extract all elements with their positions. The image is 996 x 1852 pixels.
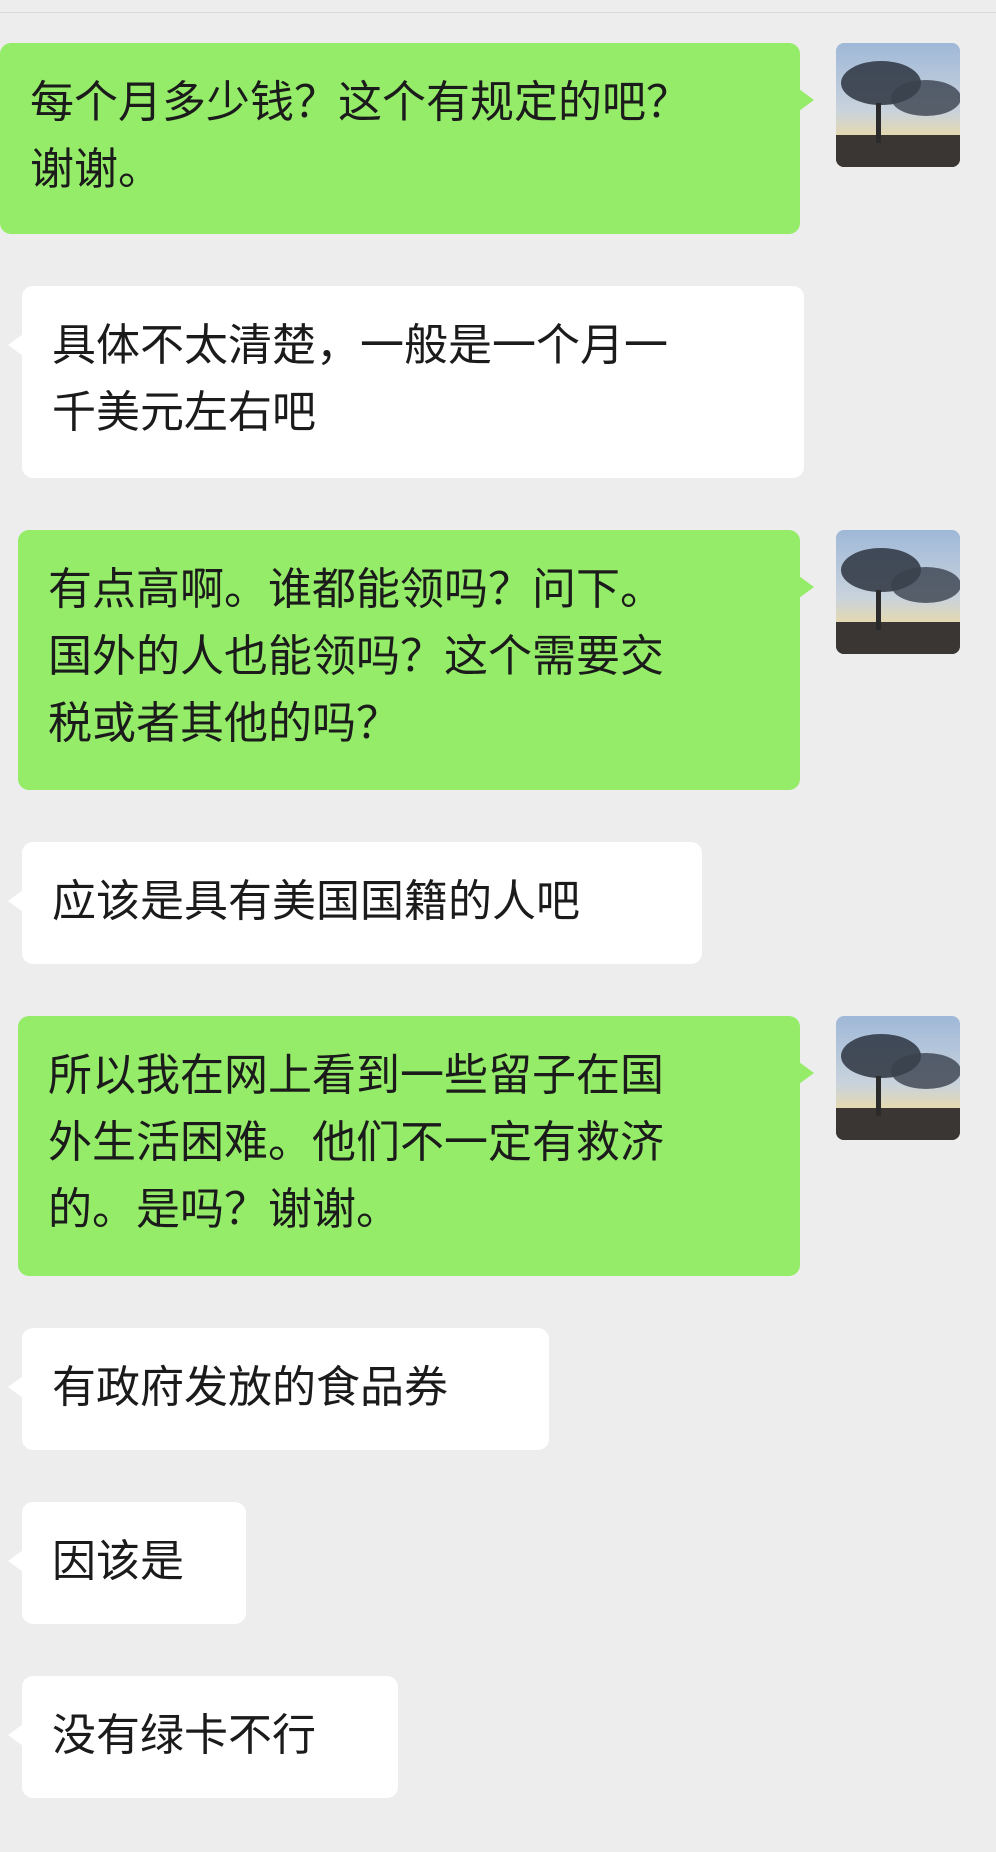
message-bubble-outgoing[interactable]: 每个月多少钱？这个有规定的吧？ 谢谢。	[0, 43, 814, 234]
top-divider	[0, 12, 996, 13]
message-bubble-outgoing[interactable]: 所以我在网上看到一些留子在国 外生活困难。他们不一定有救济 的。是吗？谢谢。	[18, 1016, 814, 1276]
user-avatar[interactable]	[836, 1016, 960, 1140]
user-avatar[interactable]	[836, 43, 960, 167]
message-bubble-outgoing[interactable]: 有点高啊。谁都能领吗？问下。 国外的人也能领吗？这个需要交 税或者其他的吗？	[18, 530, 814, 790]
user-avatar[interactable]	[836, 530, 960, 654]
message-bubble-incoming[interactable]: 没有绿卡不行	[8, 1676, 398, 1798]
message-bubble-incoming[interactable]: 因该是	[8, 1502, 246, 1624]
message-bubble-incoming[interactable]: 应该是具有美国国籍的人吧	[8, 842, 702, 964]
message-bubble-incoming[interactable]: 具体不太清楚，一般是一个月一 千美元左右吧	[8, 286, 804, 478]
message-bubble-incoming[interactable]: 有政府发放的食品券	[8, 1328, 549, 1450]
